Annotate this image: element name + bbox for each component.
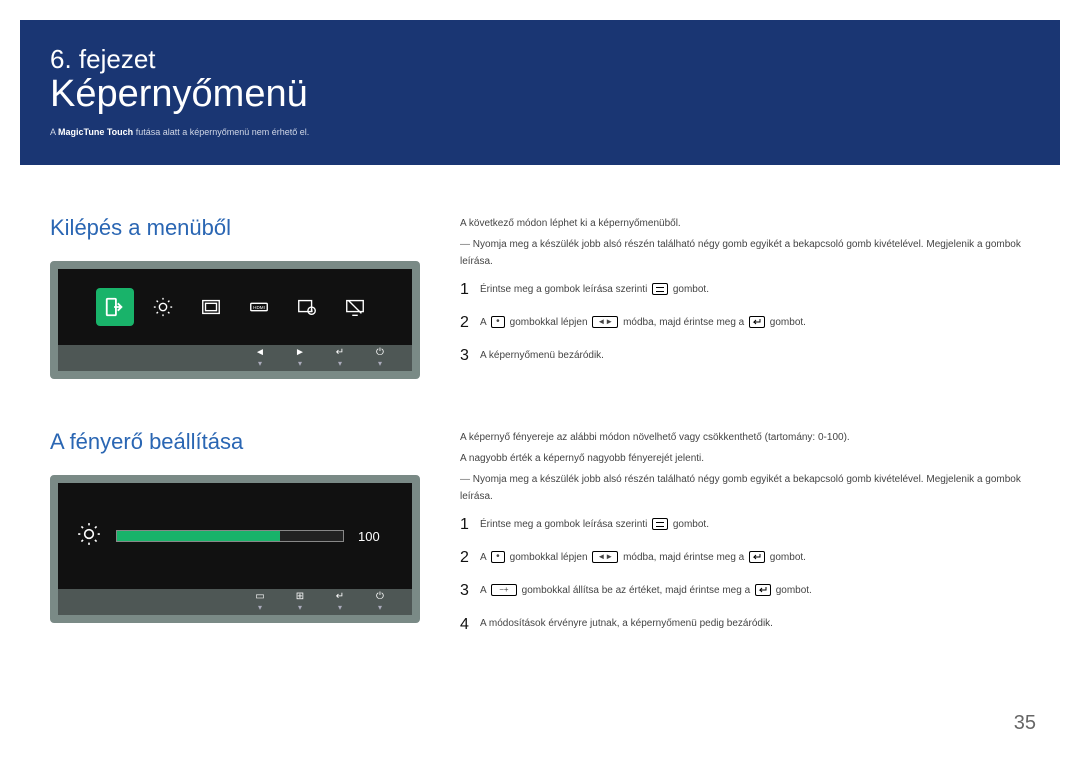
chapter-title: Képernyőmenü xyxy=(50,74,1030,116)
bright-right-col: A képernyő fényereje az alábbi módon növ… xyxy=(460,429,1030,638)
brightness-icon xyxy=(76,521,102,552)
bright-step-4: 4 A módosítások érvényre jutnak, a képer… xyxy=(460,611,1030,638)
page-number: 35 xyxy=(1014,712,1036,735)
note-bold: MagicTune Touch xyxy=(58,127,133,137)
osd2-top-row: 100 xyxy=(58,483,412,589)
menu-icon xyxy=(652,518,668,530)
picture-size-icon xyxy=(192,288,230,326)
minus-plus-icon: −+ xyxy=(491,584,517,596)
bright-intro: A képernyő fényereje az alábbi módon növ… xyxy=(460,429,1030,446)
enter-icon xyxy=(755,584,771,596)
timer-icon xyxy=(288,288,326,326)
step-number: 2 xyxy=(460,309,472,336)
section-brightness: A fényerő beállítása 100 ▭▾ ⊞▾ xyxy=(50,429,1030,638)
brightness-bar xyxy=(116,530,344,542)
osd-panel-exit: HDMI ◄▾ ►▾ ↵▾ ⏻▾ xyxy=(50,261,420,379)
step-number: 4 xyxy=(460,611,472,638)
bright-left-col: A fényerő beállítása 100 ▭▾ ⊞▾ xyxy=(50,429,420,623)
dot-icon: • xyxy=(491,316,505,328)
bright-heading: A fényerő beállítása xyxy=(50,429,420,455)
exit-left-col: Kilépés a menüből HDMI xyxy=(50,215,420,379)
exit-heading: Kilépés a menüből xyxy=(50,215,420,241)
exit-step-1: 1 Érintse meg a gombok leírása szerinti … xyxy=(460,276,1030,303)
bright-dash: Nyomja meg a készülék jobb alsó részén t… xyxy=(460,471,1030,505)
exit-icon xyxy=(96,288,134,326)
osd-panel-brightness: 100 ▭▾ ⊞▾ ↵▾ ⏻▾ xyxy=(50,475,420,623)
enter-icon xyxy=(749,551,765,563)
nav-plus-icon: ⊞▾ xyxy=(290,592,310,612)
dot-icon: • xyxy=(491,551,505,563)
spacer xyxy=(50,379,1030,429)
step-text: A képernyőmenü bezáródik. xyxy=(480,349,1030,363)
content-area: Kilépés a menüből HDMI xyxy=(20,165,1060,638)
exit-right-col: A következő módon léphet ki a képernyőme… xyxy=(460,215,1030,370)
nav-minus-icon: ▭▾ xyxy=(250,592,270,612)
header-note: A MagicTune Touch futása alatt a képerny… xyxy=(50,127,1030,137)
chapter-header: 6. fejezet Képernyőmenü A MagicTune Touc… xyxy=(20,20,1060,165)
manual-page: 6. fejezet Képernyőmenü A MagicTune Touc… xyxy=(20,20,1060,743)
nav-power-icon: ⏻▾ xyxy=(370,592,390,612)
brightness-bar-fill xyxy=(117,531,280,541)
menu-icon xyxy=(652,283,668,295)
nav-power-icon: ⏻▾ xyxy=(370,348,390,368)
left-right-icon: ◄► xyxy=(592,551,618,563)
nav-left-icon: ◄▾ xyxy=(250,348,270,368)
step-text: A • gombokkal lépjen ◄► módba, majd érin… xyxy=(480,551,1030,565)
note-prefix: A xyxy=(50,127,58,137)
nav-enter-icon: ↵▾ xyxy=(330,348,350,368)
left-right-icon: ◄► xyxy=(592,316,618,328)
exit-step-2: 2 A • gombokkal lépjen ◄► módba, majd ér… xyxy=(460,309,1030,336)
step-number: 3 xyxy=(460,342,472,369)
display-off-icon xyxy=(336,288,374,326)
step-text: A • gombokkal lépjen ◄► módba, majd érin… xyxy=(480,316,1030,330)
step-text: Érintse meg a gombok leírása szerinti go… xyxy=(480,518,1030,532)
step-number: 2 xyxy=(460,544,472,571)
brightness-value: 100 xyxy=(358,529,394,544)
enter-icon xyxy=(749,316,765,328)
step-number: 1 xyxy=(460,276,472,303)
nav-enter-icon: ↵▾ xyxy=(330,592,350,612)
bright-step-2: 2 A • gombokkal lépjen ◄► módba, majd ér… xyxy=(460,544,1030,571)
bright-step-3: 3 A −+ gombokkal állítsa be az értéket, … xyxy=(460,577,1030,604)
step-number: 1 xyxy=(460,511,472,538)
exit-step-3: 3 A képernyőmenü bezáródik. xyxy=(460,342,1030,369)
brightness-icon xyxy=(144,288,182,326)
osd-top-row: HDMI xyxy=(58,269,412,345)
bright-sub: A nagyobb érték a képernyő nagyobb fénye… xyxy=(460,450,1030,467)
hdmi-icon: HDMI xyxy=(240,288,278,326)
step-text: A −+ gombokkal állítsa be az értéket, ma… xyxy=(480,584,1030,598)
step-text: A módosítások érvényre jutnak, a képerny… xyxy=(480,617,1030,631)
nav-right-icon: ►▾ xyxy=(290,348,310,368)
step-number: 3 xyxy=(460,577,472,604)
osd-nav-row: ◄▾ ►▾ ↵▾ ⏻▾ xyxy=(58,345,412,371)
exit-intro: A következő módon léphet ki a képernyőme… xyxy=(460,215,1030,232)
osd2-nav-row: ▭▾ ⊞▾ ↵▾ ⏻▾ xyxy=(58,589,412,615)
step-text: Érintse meg a gombok leírása szerinti go… xyxy=(480,283,1030,297)
bright-step-1: 1 Érintse meg a gombok leírása szerinti … xyxy=(460,511,1030,538)
svg-text:HDMI: HDMI xyxy=(253,305,265,310)
exit-dash: Nyomja meg a készülék jobb alsó részén t… xyxy=(460,236,1030,270)
note-suffix: futása alatt a képernyőmenü nem érhető e… xyxy=(133,127,309,137)
chapter-label: 6. fejezet xyxy=(50,45,1030,74)
section-exit: Kilépés a menüből HDMI xyxy=(50,215,1030,379)
